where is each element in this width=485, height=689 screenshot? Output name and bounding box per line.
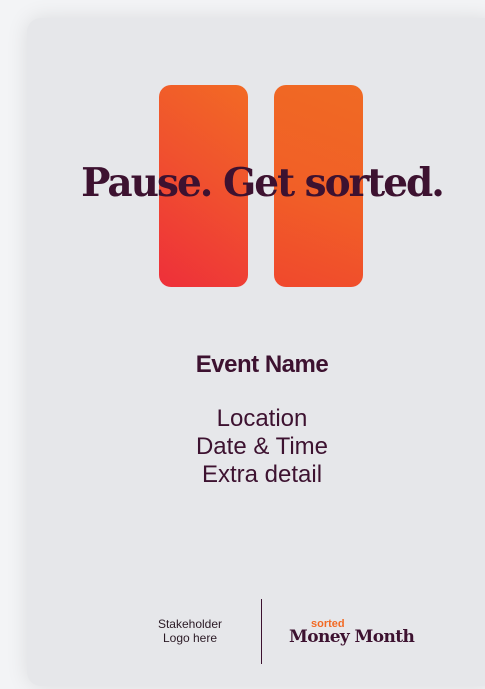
event-details: Location Date & Time Extra detail bbox=[27, 405, 485, 489]
event-date-time: Date & Time bbox=[195, 433, 329, 460]
event-name: Event Name bbox=[195, 351, 329, 378]
event-extra-detail: Extra detail bbox=[201, 461, 323, 488]
logo-divider bbox=[261, 599, 262, 664]
stakeholder-logo-line-1: Stakeholder bbox=[157, 617, 223, 631]
brand-logo-name: Money Month bbox=[289, 627, 415, 647]
event-location: Location bbox=[216, 405, 308, 432]
headline: Pause. Get sorted. bbox=[81, 160, 445, 206]
stakeholder-logo-line-2: Logo here bbox=[162, 631, 218, 645]
stakeholder-logo-placeholder: Stakeholder Logo here bbox=[135, 617, 245, 645]
poster: Pause. Get sorted. Event Name Location D… bbox=[27, 18, 485, 686]
